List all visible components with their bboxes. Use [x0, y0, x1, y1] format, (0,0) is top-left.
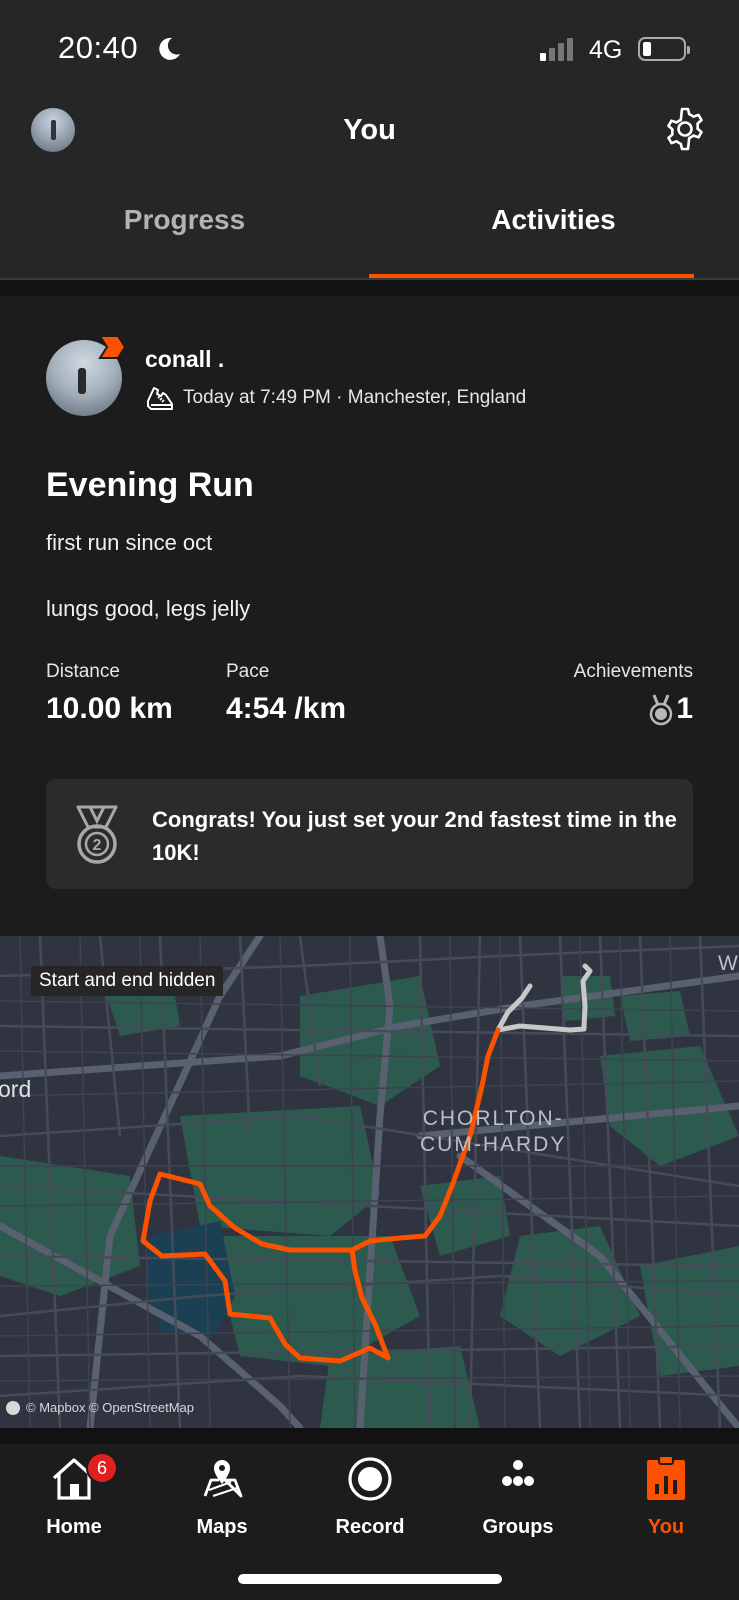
- subscriber-badge-icon: [98, 335, 126, 359]
- page-title: You: [343, 114, 396, 146]
- nav-label: Home: [46, 1516, 102, 1538]
- network-type: 4G: [589, 36, 623, 64]
- status-bar: 20:40 4G: [0, 0, 739, 96]
- notification-badge: 6: [86, 1452, 118, 1484]
- nav-groups[interactable]: Groups: [444, 1444, 592, 1564]
- silver-medal-icon: 2: [76, 805, 118, 864]
- nav-label: Groups: [482, 1516, 554, 1538]
- pace-label: Pace: [226, 661, 270, 682]
- achievements-label: Achievements: [573, 661, 693, 682]
- activity-description-line: lungs good, legs jelly: [46, 596, 251, 621]
- map-icon: [203, 1460, 243, 1498]
- pace-value: 4:54 /km: [226, 692, 347, 725]
- nav-label: Maps: [196, 1516, 248, 1538]
- battery-icon: [638, 37, 690, 61]
- tab-progress[interactable]: Progress: [0, 186, 369, 274]
- activity-title[interactable]: Evening Run: [46, 466, 254, 505]
- moon-icon: [159, 37, 180, 60]
- run-shoe-icon: [147, 387, 173, 410]
- distance-label: Distance: [46, 661, 120, 682]
- map-edge-label: ord: [0, 1076, 32, 1102]
- privacy-zone-label: Start and end hidden: [31, 966, 224, 996]
- nav-label: You: [647, 1516, 685, 1538]
- map-canvas: [0, 936, 739, 1428]
- activity-map[interactable]: Start and end hidden CHORLTON- CUM-HARDY…: [0, 936, 739, 1428]
- nav-home[interactable]: 6 Home: [0, 1444, 148, 1564]
- nav-maps[interactable]: Maps: [148, 1444, 296, 1564]
- map-attribution[interactable]: © Mapbox © OpenStreetMap: [6, 1400, 194, 1415]
- you-icon: [647, 1455, 685, 1500]
- tab-activities[interactable]: Activities: [369, 186, 738, 274]
- activity-description-line: first run since oct: [46, 530, 213, 555]
- activity-card[interactable]: conall . Today at 7:49 PM · Manchester, …: [0, 296, 739, 936]
- achievement-banner[interactable]: 2 Congrats! You just set your 2nd fastes…: [46, 779, 693, 889]
- tab-divider: [0, 278, 739, 280]
- home-indicator[interactable]: [238, 1574, 502, 1584]
- profile-header: You Progress Activities: [0, 96, 739, 280]
- medal-icon: [649, 694, 673, 726]
- svg-text:2: 2: [93, 837, 102, 854]
- groups-icon: [502, 1460, 534, 1486]
- attribution-text: © Mapbox © OpenStreetMap: [26, 1400, 195, 1415]
- gear-icon[interactable]: [662, 106, 708, 152]
- achievement-text: Congrats! You just set your 2nd fastest …: [152, 807, 677, 865]
- athlete-name[interactable]: conall .: [145, 346, 224, 373]
- nav-you[interactable]: You: [592, 1444, 739, 1564]
- achievements-value: 1: [676, 692, 693, 725]
- map-edge-label: W: [718, 952, 738, 975]
- nav-label: Record: [335, 1516, 405, 1538]
- map-place-label: CHORLTON- CUM-HARDY: [420, 1107, 567, 1156]
- tab-bar: Progress Activities: [0, 186, 739, 278]
- record-icon: [348, 1457, 392, 1501]
- mapbox-logo-icon: [6, 1400, 20, 1415]
- signal-icon: [540, 38, 573, 61]
- distance-value: 10.00 km: [46, 692, 173, 725]
- status-time: 20:40: [58, 30, 139, 65]
- activity-meta: Today at 7:49 PM · Manchester, England: [183, 387, 527, 408]
- nav-record[interactable]: Record: [296, 1444, 444, 1564]
